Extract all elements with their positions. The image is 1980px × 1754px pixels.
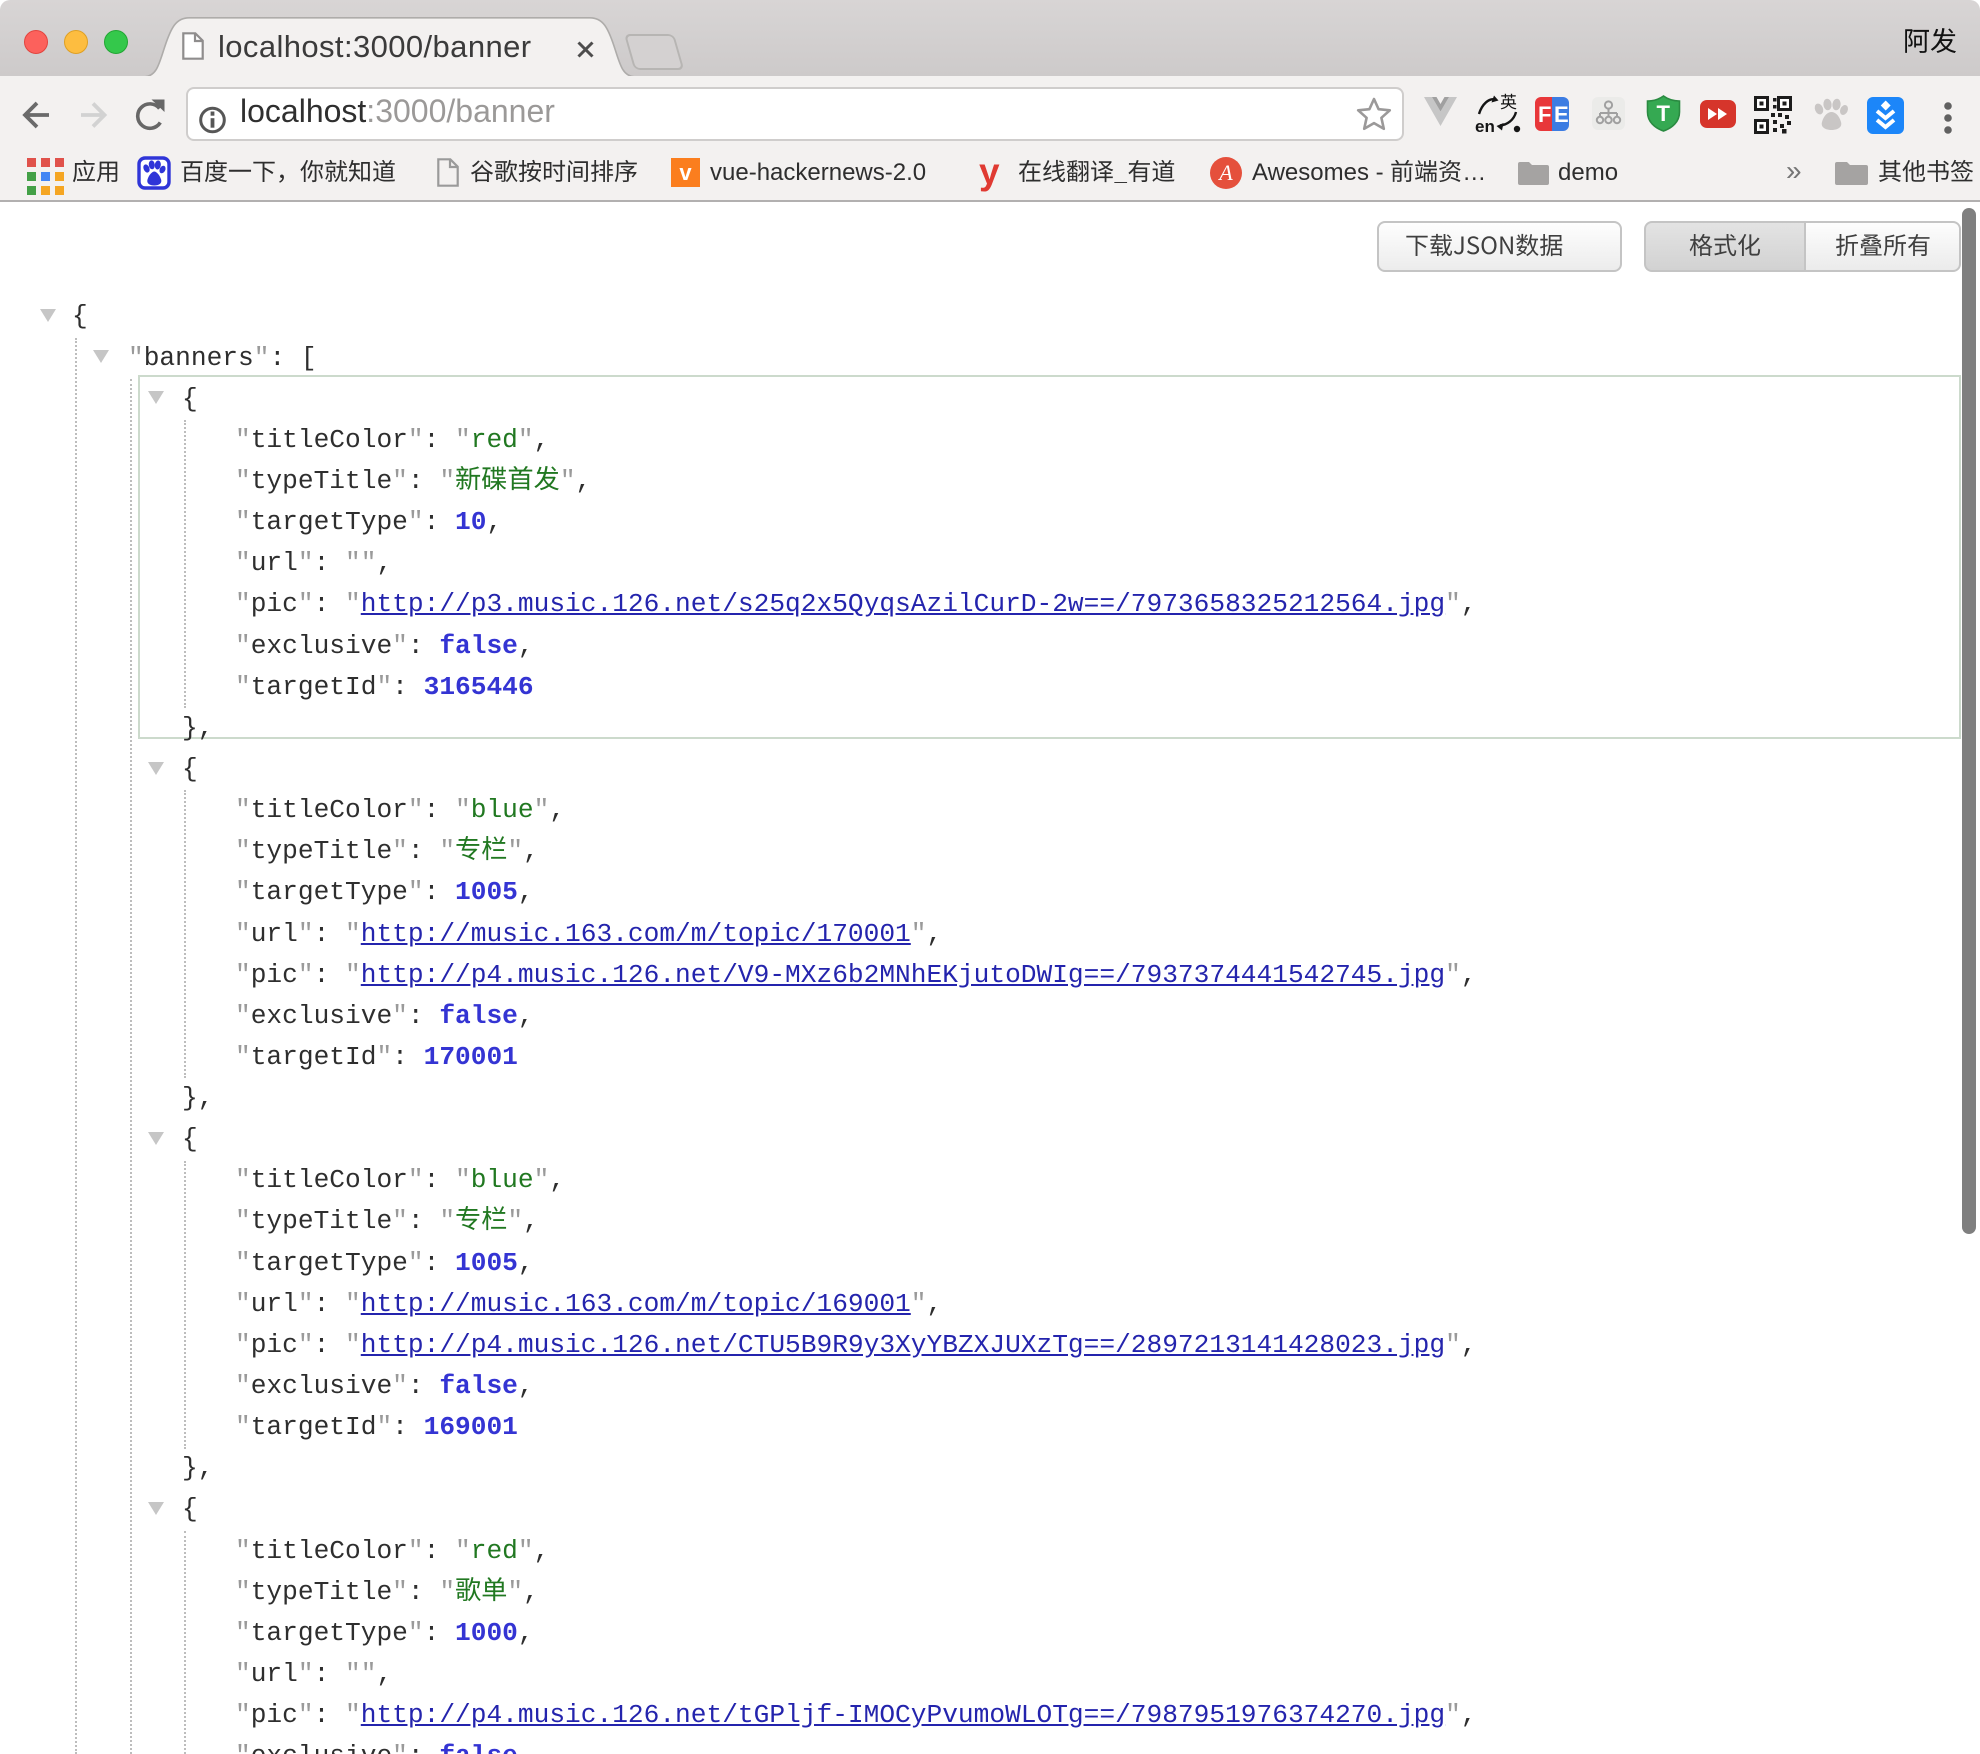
svg-text:F: F xyxy=(1538,102,1551,127)
svg-text:T: T xyxy=(1657,101,1671,126)
svg-text:E: E xyxy=(1554,102,1569,127)
svg-text:en: en xyxy=(1475,117,1495,136)
